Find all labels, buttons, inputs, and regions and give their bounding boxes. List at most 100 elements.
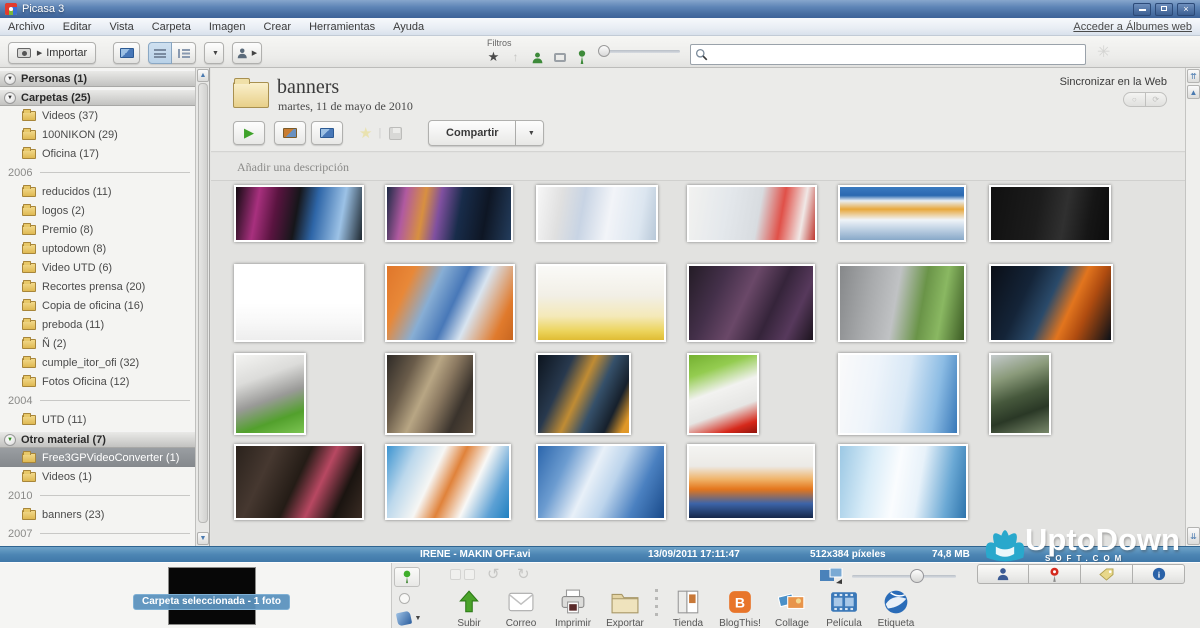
slider-knob[interactable] bbox=[598, 45, 610, 57]
menu-ayuda[interactable]: Ayuda bbox=[393, 21, 424, 33]
sidebar-item-videos-37[interactable]: Videos (37) bbox=[0, 106, 196, 125]
blogthis-button[interactable]: BBlogThis! bbox=[714, 587, 766, 628]
upload-filter-icon[interactable]: ↑ bbox=[506, 48, 525, 66]
content-scrollbar[interactable]: ⇈ ▲ ⇊ bbox=[1185, 68, 1200, 546]
places-panel-button[interactable] bbox=[1029, 564, 1081, 584]
collage-button[interactable]: Collage bbox=[766, 587, 818, 628]
share-dropdown-button[interactable]: ▼ bbox=[516, 120, 544, 146]
menu-vista[interactable]: Vista bbox=[109, 21, 133, 33]
scroll-top-icon[interactable]: ⇈ bbox=[1187, 69, 1200, 83]
info-panel-button[interactable]: i bbox=[1133, 564, 1185, 584]
gallery-frog-banner[interactable] bbox=[234, 353, 306, 435]
collapse-toggle-icon[interactable]: ▼ bbox=[4, 92, 16, 104]
gimp-bamboo-banner[interactable] bbox=[989, 353, 1051, 435]
sidebar-item-ñ-2[interactable]: Ñ (2) bbox=[0, 334, 196, 353]
description-placeholder[interactable]: Añadir una descripción bbox=[237, 160, 349, 175]
exportar-button[interactable]: Exportar bbox=[599, 587, 651, 628]
vlc-postcards-banner[interactable] bbox=[385, 444, 511, 520]
zip-globes-banner[interactable] bbox=[838, 185, 966, 242]
sidebar-item-free3gpvideoconverter-1[interactable]: Free3GPVideoConverter (1) bbox=[0, 448, 196, 467]
scroll-down-icon[interactable]: ▼ bbox=[197, 532, 209, 545]
label-brush-button[interactable]: ▼ bbox=[392, 609, 426, 628]
hold-pin-button[interactable] bbox=[394, 567, 420, 587]
sync-off-icon[interactable]: ○ bbox=[1123, 92, 1146, 107]
sync-refresh-icon[interactable]: ⟳ bbox=[1146, 92, 1168, 107]
etiqueta-button[interactable]: Etiqueta bbox=[870, 587, 922, 628]
sidebar-item-preboda-11[interactable]: preboda (11) bbox=[0, 315, 196, 334]
hold-radio-button[interactable] bbox=[399, 593, 410, 604]
sync-toggle[interactable]: ○ ⟳ bbox=[1123, 92, 1167, 107]
people-slideshow-button[interactable]: ▶ bbox=[232, 42, 262, 64]
photo-wall-banner[interactable] bbox=[687, 264, 815, 342]
sidebar-item-logos-2[interactable]: logos (2) bbox=[0, 201, 196, 220]
collapse-toggle-icon[interactable]: ▼ bbox=[4, 73, 16, 85]
date-range-slider[interactable] bbox=[600, 50, 680, 53]
dungeon-dan-banner[interactable] bbox=[536, 353, 631, 435]
view-options-dropdown[interactable]: ▼ bbox=[204, 42, 224, 64]
sidebar-item-oficina-17[interactable]: Oficina (17) bbox=[0, 144, 196, 163]
subir-button[interactable]: Subir bbox=[443, 587, 495, 628]
scroll-up-icon[interactable]: ▲ bbox=[197, 69, 209, 82]
sidebar-item-video-utd-6[interactable]: Video UTD (6) bbox=[0, 258, 196, 277]
tienda-button[interactable]: Tienda bbox=[662, 587, 714, 628]
orange-manager-banner[interactable] bbox=[385, 264, 515, 342]
search-input[interactable] bbox=[708, 49, 1081, 61]
share-button[interactable]: Compartir bbox=[428, 120, 516, 146]
menu-carpeta[interactable]: Carpeta bbox=[152, 21, 191, 33]
sidebar-header-otro-material-7[interactable]: ▼Otro material (7) bbox=[0, 431, 196, 448]
avg-offer-banner[interactable] bbox=[687, 185, 817, 242]
menu-crear[interactable]: Crear bbox=[264, 21, 292, 33]
zoom-knob[interactable] bbox=[910, 569, 924, 583]
thumbnail-size-icon[interactable] bbox=[820, 568, 844, 584]
faces-filter-icon[interactable] bbox=[528, 48, 547, 66]
geotag-filter-icon[interactable] bbox=[572, 48, 591, 66]
cocktel-premium-banner[interactable] bbox=[234, 444, 364, 520]
import-button[interactable]: ▶ Importar bbox=[8, 42, 96, 64]
google-search-banner[interactable] bbox=[234, 264, 364, 342]
frost-desktop-banner[interactable] bbox=[234, 185, 364, 242]
menu-imagen[interactable]: Imagen bbox=[209, 21, 246, 33]
menu-herramientas[interactable]: Herramientas bbox=[309, 21, 375, 33]
sidebar-item-fotos-oficina-12[interactable]: Fotos Oficina (12) bbox=[0, 372, 196, 391]
people-panel-button[interactable] bbox=[977, 564, 1029, 584]
imprimir-button[interactable]: Imprimir bbox=[547, 587, 599, 628]
sidebar-item-premio-8[interactable]: Premio (8) bbox=[0, 220, 196, 239]
close-button[interactable]: × bbox=[1177, 3, 1195, 16]
nfs-world-banner[interactable] bbox=[989, 264, 1113, 342]
tree-view-button[interactable] bbox=[172, 42, 196, 64]
restore-button[interactable] bbox=[1155, 3, 1173, 16]
musicshake-banner[interactable] bbox=[989, 185, 1111, 242]
sidebar-header-personas-1[interactable]: ▼Personas (1) bbox=[0, 70, 196, 87]
star-filter-icon[interactable]: ★ bbox=[484, 48, 503, 66]
scrollbar-thumb[interactable] bbox=[198, 83, 208, 523]
sidebar-item-uptodown-8[interactable]: uptodown (8) bbox=[0, 239, 196, 258]
tags-panel-button[interactable] bbox=[1081, 564, 1133, 584]
redo-icon[interactable]: ↻ bbox=[517, 565, 530, 583]
zoom-slider[interactable] bbox=[852, 575, 956, 578]
scroll-up-icon[interactable]: ▲ bbox=[1187, 85, 1200, 99]
sidebar-item-utd-11[interactable]: UTD (11) bbox=[0, 410, 196, 429]
description-row[interactable]: Añadir una descripción bbox=[211, 153, 1185, 181]
video-filter-icon[interactable] bbox=[550, 48, 569, 66]
sidebar-item-100nikon-29[interactable]: 100NIKON (29) bbox=[0, 125, 196, 144]
firefox-mozilla-banner[interactable] bbox=[687, 444, 815, 520]
eboostr-banner[interactable] bbox=[536, 185, 658, 242]
byki-banner[interactable] bbox=[838, 353, 959, 435]
web-albums-link[interactable]: Acceder a Álbumes web bbox=[1073, 21, 1192, 33]
sidebar-item-videos-1[interactable]: Videos (1) bbox=[0, 467, 196, 486]
sidebar-scrollbar[interactable]: ▲ ▼ bbox=[195, 68, 209, 546]
sidebar-item-reducidos-11[interactable]: reducidos (11) bbox=[0, 182, 196, 201]
create-movie-button[interactable] bbox=[311, 121, 343, 145]
correo-button[interactable]: Correo bbox=[495, 587, 547, 628]
dark-messiah-banner[interactable] bbox=[385, 353, 475, 435]
minimize-button[interactable] bbox=[1133, 3, 1151, 16]
add-album-button[interactable] bbox=[113, 42, 140, 64]
sidebar-item-recortes-prensa-20[interactable]: Recortes prensa (20) bbox=[0, 277, 196, 296]
comic-help-banner[interactable] bbox=[536, 264, 666, 342]
sidebar-item-cumple-itor-ofi-32[interactable]: cumple_itor_ofi (32) bbox=[0, 353, 196, 372]
menu-editar[interactable]: Editar bbox=[63, 21, 92, 33]
menu-archivo[interactable]: Archivo bbox=[8, 21, 45, 33]
tray-option-button[interactable] bbox=[464, 569, 475, 580]
blue-panels-banner[interactable] bbox=[536, 444, 666, 520]
película-button[interactable]: Película bbox=[818, 587, 870, 628]
